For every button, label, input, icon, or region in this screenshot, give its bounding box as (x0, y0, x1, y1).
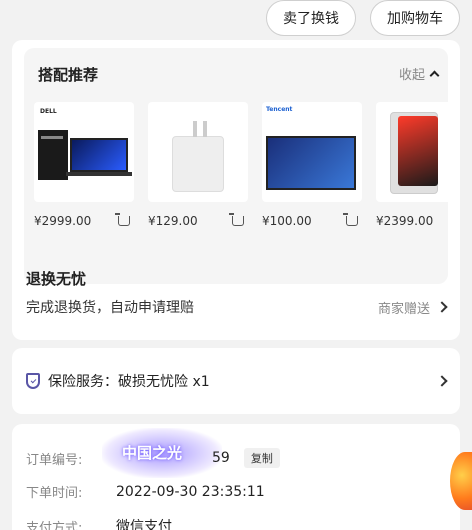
order-time-value: 2022-09-30 23:35:11 (116, 483, 265, 500)
product-image-tablet[interactable] (376, 102, 448, 202)
shield-icon (26, 373, 40, 389)
payment-label: 支付方式: (26, 520, 83, 530)
insurance-row[interactable]: 保险服务：破损无忧险 x1 (12, 348, 460, 414)
tablet-screen (398, 116, 438, 186)
laptop-screen (70, 138, 128, 172)
tencent-logo: Tencent (266, 106, 293, 113)
product-item[interactable]: Tencent ¥100.00 (262, 102, 362, 228)
product-item[interactable]: ¥129.00 (148, 102, 248, 228)
product-price: ¥129.00 (148, 214, 198, 228)
product-image-drawing-board[interactable]: Tencent (262, 102, 362, 202)
cart-icon[interactable] (343, 213, 358, 226)
product-image-charger[interactable] (148, 102, 248, 202)
recommendation-panel: 搭配推荐 收起 DELL ¥2999.00 ¥129.00 Tencent ¥1… (24, 48, 448, 284)
cart-icon[interactable] (115, 213, 130, 226)
order-time-row: 下单时间: 2022-09-30 23:35:11 (26, 482, 265, 502)
top-actions: 卖了换钱 加购物车 (266, 0, 460, 36)
product-list: DELL ¥2999.00 ¥129.00 Tencent ¥100.00 ¥2… (34, 102, 448, 228)
return-service-section[interactable]: 退换无忧 完成退换货，自动申请理赔 商家赠送 (26, 268, 448, 317)
payment-row: 支付方式: 微信支付 (26, 516, 172, 530)
sell-button[interactable]: 卖了换钱 (266, 0, 356, 36)
recommendation-title: 搭配推荐 (38, 66, 99, 84)
charger-shape (172, 121, 224, 192)
copy-button[interactable]: 复制 (243, 448, 280, 468)
product-image-laptop[interactable]: DELL (34, 102, 134, 202)
order-number-label: 订单编号: (26, 452, 83, 468)
product-price: ¥2399.00 (376, 214, 434, 228)
cart-icon[interactable] (229, 213, 244, 226)
payment-value: 微信支付 (116, 519, 172, 530)
chevron-up-icon (429, 70, 440, 81)
dell-logo: DELL (40, 108, 57, 115)
product-price: ¥100.00 (262, 214, 312, 228)
product-price: ¥2999.00 (34, 214, 92, 228)
return-service-desc: 完成退换货，自动申请理赔 (26, 300, 194, 316)
board-shape (266, 136, 356, 190)
merchant-gift-badge: 商家赠送 (377, 301, 430, 317)
return-service-title: 退换无忧 (26, 270, 87, 288)
order-number-value: 59 (212, 450, 230, 466)
product-item[interactable]: ¥2399.00 (376, 102, 448, 228)
order-time-label: 下单时间: (26, 486, 83, 501)
chevron-right-icon (436, 375, 448, 387)
collapse-label: 收起 (398, 68, 425, 83)
product-item[interactable]: DELL ¥2999.00 (34, 102, 134, 228)
collapse-toggle[interactable]: 收起 (398, 64, 440, 83)
chevron-right-icon (436, 301, 448, 313)
recommendation-card: 搭配推荐 收起 DELL ¥2999.00 ¥129.00 Tencent ¥1… (12, 40, 460, 340)
laptop-box (38, 130, 68, 180)
floating-mascot-badge[interactable] (450, 452, 472, 510)
laptop-base (66, 172, 132, 176)
insurance-label: 保险服务：破损无忧险 x1 (48, 374, 210, 390)
add-to-cart-button[interactable]: 加购物车 (370, 0, 460, 36)
order-info-card: 中国之光 订单编号: 59 复制 下单时间: 2022-09-30 23:35:… (12, 424, 460, 530)
order-number-row: 订单编号: 59 复制 (26, 448, 280, 468)
